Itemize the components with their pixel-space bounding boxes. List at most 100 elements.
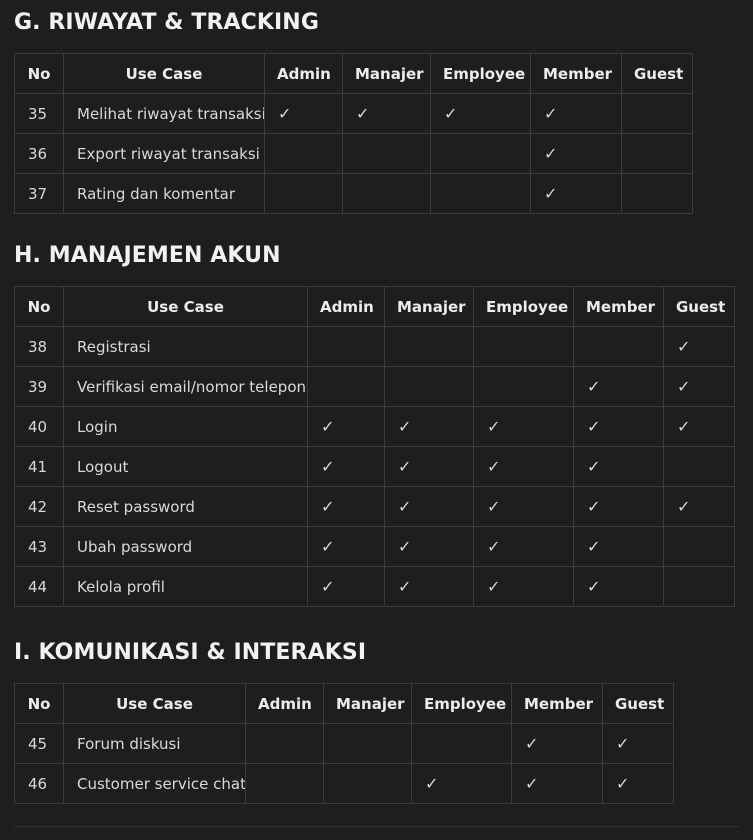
check-icon-guest: ✓: [663, 406, 735, 447]
table-row: 40 Login ✓ ✓ ✓ ✓ ✓: [14, 406, 735, 447]
col-header-manajer: Manajer: [384, 286, 474, 327]
table-row: 46 Customer service chat ✓ ✓ ✓: [14, 763, 674, 804]
check-icon-guest: ✓: [663, 366, 735, 407]
check-icon-manajer: ✓: [384, 486, 474, 527]
table-row: 39 Verifikasi email/nomor telepon ✓ ✓: [14, 366, 735, 407]
table-header-row: No Use Case Admin Manajer Employee Membe…: [14, 683, 674, 724]
empty-cell-member: [573, 326, 664, 367]
empty-cell-admin: [264, 173, 343, 214]
empty-cell-guest: [663, 566, 735, 607]
use-case-name: Ubah password: [63, 526, 308, 567]
check-icon-member: ✓: [573, 366, 664, 407]
empty-cell-admin: [307, 366, 385, 407]
use-case-name: Customer service chat: [63, 763, 246, 804]
empty-cell-admin: [264, 133, 343, 174]
table-row: 35 Melihat riwayat transaksi ✓ ✓ ✓ ✓: [14, 93, 693, 134]
empty-cell-guest: [621, 133, 693, 174]
check-icon-admin: ✓: [307, 446, 385, 487]
empty-cell-manajer: [384, 366, 474, 407]
bottom-divider: [14, 826, 739, 827]
check-icon-employee: ✓: [430, 93, 531, 134]
col-header-member: Member: [573, 286, 664, 327]
check-icon-employee: ✓: [473, 526, 574, 567]
check-icon-manajer: ✓: [342, 93, 431, 134]
table-riwayat-tracking: No Use Case Admin Manajer Employee Membe…: [14, 53, 693, 214]
col-header-admin: Admin: [245, 683, 324, 724]
use-case-name: Logout: [63, 446, 308, 487]
row-number: 45: [14, 723, 64, 764]
check-icon-member: ✓: [573, 526, 664, 567]
row-number: 35: [14, 93, 64, 134]
table-row: 36 Export riwayat transaksi ✓: [14, 133, 693, 174]
check-icon-member: ✓: [511, 763, 603, 804]
check-icon-manajer: ✓: [384, 526, 474, 567]
check-icon-manajer: ✓: [384, 446, 474, 487]
col-header-no: No: [14, 683, 64, 724]
table-row: 41 Logout ✓ ✓ ✓ ✓: [14, 446, 735, 487]
row-number: 36: [14, 133, 64, 174]
row-number: 39: [14, 366, 64, 407]
check-icon-admin: ✓: [307, 486, 385, 527]
check-icon-member: ✓: [530, 133, 622, 174]
check-icon-admin: ✓: [307, 566, 385, 607]
table-row: 42 Reset password ✓ ✓ ✓ ✓ ✓: [14, 486, 735, 527]
check-icon-manajer: ✓: [384, 406, 474, 447]
col-header-guest: Guest: [602, 683, 674, 724]
empty-cell-manajer: [323, 723, 412, 764]
check-icon-member: ✓: [573, 486, 664, 527]
col-header-employee: Employee: [430, 53, 531, 94]
col-header-employee: Employee: [473, 286, 574, 327]
table-row: 43 Ubah password ✓ ✓ ✓ ✓: [14, 526, 735, 567]
empty-cell-employee: [473, 366, 574, 407]
row-number: 43: [14, 526, 64, 567]
check-icon-member: ✓: [530, 93, 622, 134]
table-header-row: No Use Case Admin Manajer Employee Membe…: [14, 53, 693, 94]
check-icon-employee: ✓: [473, 406, 574, 447]
row-number: 40: [14, 406, 64, 447]
col-header-guest: Guest: [663, 286, 735, 327]
empty-cell-manajer: [342, 133, 431, 174]
row-number: 44: [14, 566, 64, 607]
table-row: 45 Forum diskusi ✓ ✓: [14, 723, 674, 764]
empty-cell-guest: [621, 173, 693, 214]
use-case-name: Melihat riwayat transaksi: [63, 93, 265, 134]
check-icon-guest: ✓: [663, 486, 735, 527]
table-row: 37 Rating dan komentar ✓: [14, 173, 693, 214]
check-icon-admin: ✓: [307, 526, 385, 567]
check-icon-guest: ✓: [602, 763, 674, 804]
empty-cell-guest: [663, 446, 735, 487]
use-case-name: Verifikasi email/nomor telepon: [63, 366, 308, 407]
check-icon-member: ✓: [511, 723, 603, 764]
col-header-member: Member: [511, 683, 603, 724]
empty-cell-employee: [411, 723, 512, 764]
col-header-admin: Admin: [307, 286, 385, 327]
col-header-use-case: Use Case: [63, 53, 265, 94]
col-header-guest: Guest: [621, 53, 693, 94]
table-row: 38 Registrasi ✓: [14, 326, 735, 367]
col-header-manajer: Manajer: [323, 683, 412, 724]
use-case-name: Rating dan komentar: [63, 173, 265, 214]
check-icon-member: ✓: [573, 406, 664, 447]
check-icon-member: ✓: [530, 173, 622, 214]
check-icon-employee: ✓: [473, 486, 574, 527]
check-icon-manajer: ✓: [384, 566, 474, 607]
empty-cell-admin: [307, 326, 385, 367]
check-icon-employee: ✓: [473, 566, 574, 607]
empty-cell-manajer: [342, 173, 431, 214]
row-number: 41: [14, 446, 64, 487]
table-header-row: No Use Case Admin Manajer Employee Membe…: [14, 286, 735, 327]
table-manajemen-akun: No Use Case Admin Manajer Employee Membe…: [14, 286, 735, 607]
section-title-g: G. RIWAYAT & TRACKING: [14, 10, 319, 35]
col-header-member: Member: [530, 53, 622, 94]
empty-cell-guest: [663, 526, 735, 567]
section-title-i: I. KOMUNIKASI & INTERAKSI: [14, 640, 367, 665]
empty-cell-employee: [473, 326, 574, 367]
row-number: 37: [14, 173, 64, 214]
table-row: 44 Kelola profil ✓ ✓ ✓ ✓: [14, 566, 735, 607]
use-case-name: Registrasi: [63, 326, 308, 367]
use-case-name: Export riwayat transaksi: [63, 133, 265, 174]
col-header-manajer: Manajer: [342, 53, 431, 94]
col-header-no: No: [14, 53, 64, 94]
col-header-use-case: Use Case: [63, 683, 246, 724]
check-icon-guest: ✓: [663, 326, 735, 367]
